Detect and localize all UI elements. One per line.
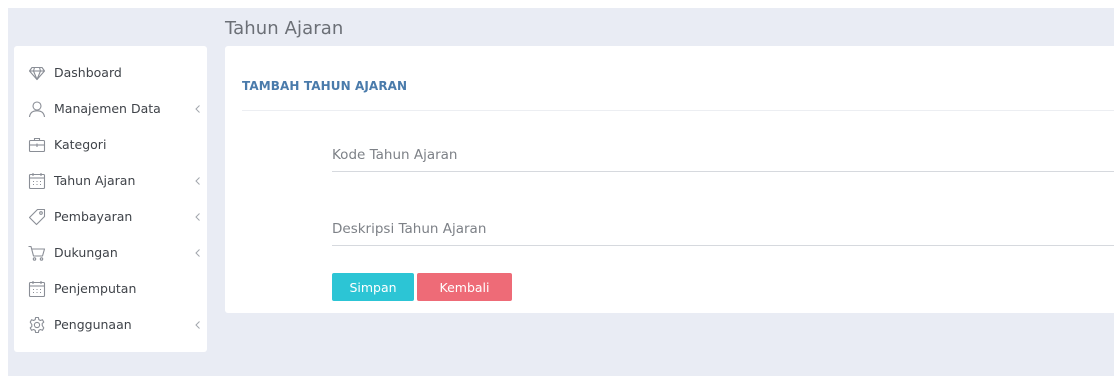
sidebar-item-tahun-ajaran[interactable]: Tahun Ajaran [14, 163, 207, 199]
sidebar-item-label: Dashboard [54, 65, 122, 80]
sidebar-item-label: Kategori [54, 137, 107, 152]
sidebar-item-label: Penjemputan [54, 281, 137, 296]
sidebar-item-penggunaan[interactable]: Penggunaan [14, 307, 207, 343]
cart-icon [28, 244, 46, 262]
form-card: TAMBAH TAHUN AJARAN Simpan Kembali [225, 46, 1114, 313]
sidebar-item-penjemputan[interactable]: Penjemputan [14, 271, 207, 307]
sidebar-item-dashboard[interactable]: Dashboard [14, 55, 207, 91]
calendar-icon [28, 172, 46, 190]
sidebar-item-label: Manajemen Data [54, 101, 161, 116]
sidebar-item-manajemen-data[interactable]: Manajemen Data [14, 91, 207, 127]
diamond-icon [28, 64, 46, 82]
sidebar-item-label: Pembayaran [54, 209, 133, 224]
chevron-left-icon [193, 247, 203, 259]
chevron-left-icon [193, 319, 203, 331]
chevron-left-icon [193, 175, 203, 187]
tag-icon [28, 208, 46, 226]
card-header: TAMBAH TAHUN AJARAN [242, 79, 408, 93]
save-button[interactable]: Simpan [332, 273, 414, 301]
calendar-icon [28, 280, 46, 298]
gear-icon [28, 316, 46, 334]
sidebar-item-label: Tahun Ajaran [54, 173, 136, 188]
sidebar-item-label: Dukungan [54, 245, 118, 260]
sidebar-item-label: Penggunaan [54, 317, 132, 332]
kode-tahun-ajaran-field [332, 139, 1114, 172]
briefcase-icon [28, 136, 46, 154]
user-icon [28, 100, 46, 118]
sidebar-item-kategori[interactable]: Kategori [14, 127, 207, 163]
divider [242, 110, 1114, 111]
sidebar: Dashboard Manajemen Data Kategori Tahun … [14, 46, 207, 352]
chevron-left-icon [193, 211, 203, 223]
back-button[interactable]: Kembali [417, 273, 512, 301]
chevron-left-icon [193, 103, 203, 115]
sidebar-item-pembayaran[interactable]: Pembayaran [14, 199, 207, 235]
page-title: Tahun Ajaran [225, 18, 344, 39]
kode-tahun-ajaran-input[interactable] [332, 139, 1114, 171]
deskripsi-tahun-ajaran-field [332, 213, 1114, 246]
deskripsi-tahun-ajaran-input[interactable] [332, 213, 1114, 245]
sidebar-item-dukungan[interactable]: Dukungan [14, 235, 207, 271]
